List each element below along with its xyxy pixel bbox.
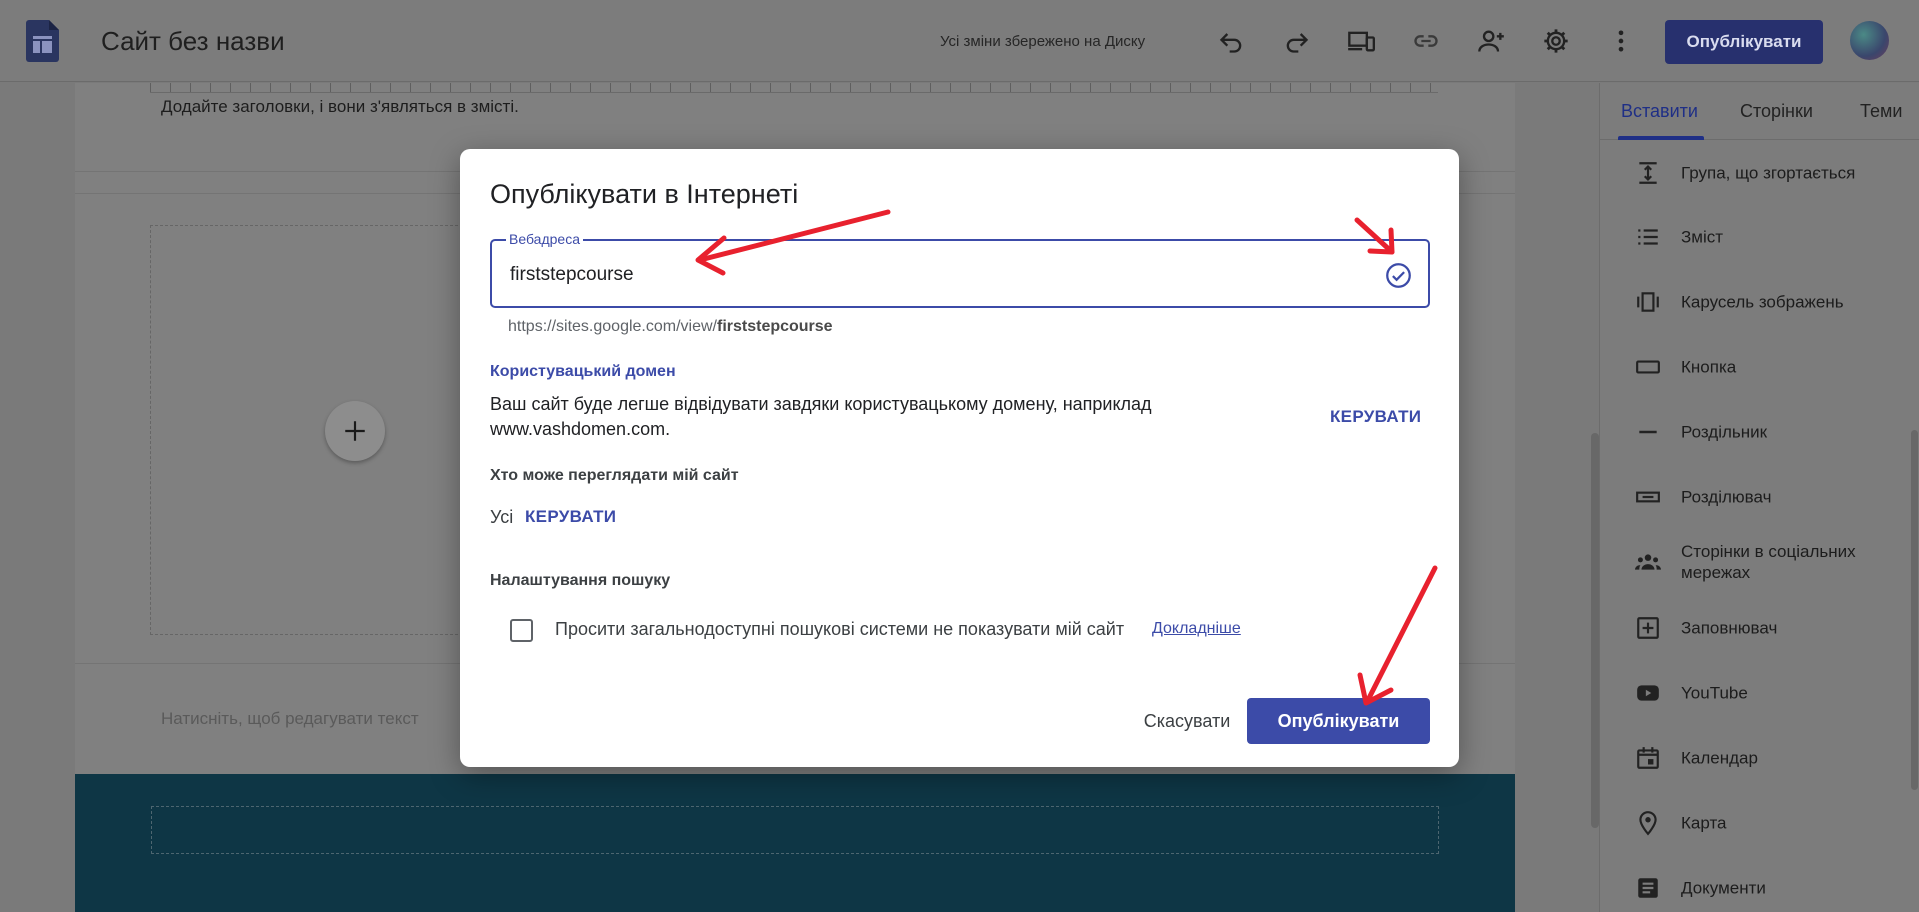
panel-item-button[interactable]: Кнопка <box>1600 335 1919 399</box>
carousel-icon <box>1634 288 1662 316</box>
divider-icon <box>1634 418 1662 446</box>
manage-domain-button[interactable]: КЕРУВАТИ <box>1330 407 1421 427</box>
check-circle-icon <box>1386 263 1411 288</box>
google-sites-logo-icon[interactable] <box>26 20 59 62</box>
settings-gear-icon[interactable] <box>1537 22 1575 60</box>
viewers-heading: Хто може переглядати мій сайт <box>490 467 739 484</box>
table-of-contents-icon <box>1634 223 1662 251</box>
panel-item-divider[interactable]: Роздільник <box>1600 400 1919 464</box>
device-preview-icon[interactable] <box>1342 22 1380 60</box>
panel-item-label: Зміст <box>1681 227 1724 247</box>
undo-icon[interactable] <box>1213 22 1251 60</box>
panel-item-social-links[interactable]: Сторінки в соціальних мережах <box>1600 530 1919 594</box>
web-address-input[interactable] <box>510 261 1360 289</box>
cancel-button[interactable]: Скасувати <box>1117 699 1257 743</box>
more-vert-icon[interactable] <box>1602 22 1640 60</box>
viewers-value: Усі <box>490 507 514 527</box>
panel-tabs: Вставити Сторінки Теми <box>1600 83 1919 140</box>
panel-item-label: Розділювач <box>1681 487 1772 507</box>
collapsible-group-icon <box>1634 159 1662 187</box>
panel-item-label: Група, що згортається <box>1681 163 1856 183</box>
plus-icon <box>345 421 365 441</box>
panel-item-table-of-contents[interactable]: Зміст <box>1600 205 1919 269</box>
panel-item-label: Календар <box>1681 748 1758 768</box>
site-url: https://sites.google.com/view/firststepc… <box>508 318 833 336</box>
url-prefix: https://sites.google.com/view/ <box>508 318 717 335</box>
social-links-icon <box>1634 548 1662 576</box>
spacer-icon <box>1634 483 1662 511</box>
panel-item-calendar[interactable]: Календар <box>1600 726 1919 790</box>
tab-themes[interactable]: Теми <box>1860 101 1902 122</box>
panel-item-label: Кнопка <box>1681 357 1737 377</box>
panel-item-label: Заповнювач <box>1681 618 1778 638</box>
panel-item-label: Карта <box>1681 813 1727 833</box>
canvas-scrollbar[interactable] <box>1591 433 1599 828</box>
tab-pages[interactable]: Сторінки <box>1740 101 1813 122</box>
add-content-button[interactable] <box>325 401 385 461</box>
publish-button[interactable]: Опублікувати <box>1247 698 1430 744</box>
tab-insert[interactable]: Вставити <box>1621 101 1698 122</box>
panel-item-label: Документи <box>1681 878 1766 898</box>
panel-scrollbar[interactable] <box>1911 430 1918 790</box>
panel-item-label: YouTube <box>1681 683 1748 703</box>
search-settings-heading: Налаштування пошуку <box>490 572 671 589</box>
panel-item-image-carousel[interactable]: Карусель зображень <box>1600 270 1919 334</box>
panel-item-label: Карусель зображень <box>1681 292 1844 312</box>
map-pin-icon <box>1634 809 1662 837</box>
link-icon[interactable] <box>1407 22 1445 60</box>
redo-icon[interactable] <box>1277 22 1315 60</box>
share-add-person-icon[interactable] <box>1472 22 1510 60</box>
panel-item-placeholder[interactable]: Заповнювач <box>1600 596 1919 660</box>
custom-domain-description: Ваш сайт буде легше відвідувати завдяки … <box>490 394 1152 439</box>
text-block-hint[interactable]: Натисніть, щоб редагувати текст <box>161 709 419 729</box>
docs-icon <box>1634 874 1662 902</box>
panel-item-spacer[interactable]: Розділювач <box>1600 465 1919 529</box>
manage-viewers-button[interactable]: КЕРУВАТИ <box>525 507 616 527</box>
learn-more-link[interactable]: Докладніше <box>1152 620 1241 638</box>
save-status: Усі зміни збережено на Диску <box>940 33 1146 50</box>
footer-placeholder[interactable] <box>151 806 1439 854</box>
url-slug: firststepcourse <box>716 318 833 335</box>
ruler <box>150 83 1438 93</box>
web-address-field[interactable]: Вебадреса <box>490 231 1430 308</box>
hide-from-search-checkbox[interactable] <box>510 619 533 642</box>
button-icon <box>1634 353 1662 381</box>
avatar[interactable] <box>1850 21 1889 60</box>
youtube-icon <box>1634 679 1662 707</box>
panel-item-docs[interactable]: Документи <box>1600 856 1919 912</box>
hide-from-search-label[interactable]: Просити загальнодоступні пошукові систем… <box>555 619 1124 640</box>
active-tab-indicator <box>1618 136 1704 140</box>
web-address-label: Вебадреса <box>506 231 583 247</box>
panel-item-label: Роздільник <box>1681 422 1768 442</box>
panel-item-collapsible-group[interactable]: Група, що згортається <box>1600 141 1919 205</box>
placeholder-icon <box>1634 614 1662 642</box>
top-bar: Сайт без назви Усі зміни збережено на Ди… <box>0 0 1919 82</box>
panel-item-youtube[interactable]: YouTube <box>1600 661 1919 725</box>
dialog-title: Опублікувати в Інтернеті <box>490 179 799 209</box>
panel-item-map[interactable]: Карта <box>1600 791 1919 855</box>
calendar-icon <box>1634 744 1662 772</box>
panel-item-label: Сторінки в соціальних мережах <box>1681 542 1856 582</box>
publish-button-top[interactable]: Опублікувати <box>1665 20 1823 64</box>
publish-dialog: Опублікувати в Інтернеті Вебадреса https… <box>460 149 1459 767</box>
table-of-contents-hint[interactable]: Додайте заголовки, і вони з'являться в з… <box>161 97 519 117</box>
custom-domain-heading: Користувацький домен <box>490 363 676 380</box>
insert-panel: Вставити Сторінки Теми Група, що згортає… <box>1599 83 1919 912</box>
site-title[interactable]: Сайт без назви <box>101 26 285 57</box>
